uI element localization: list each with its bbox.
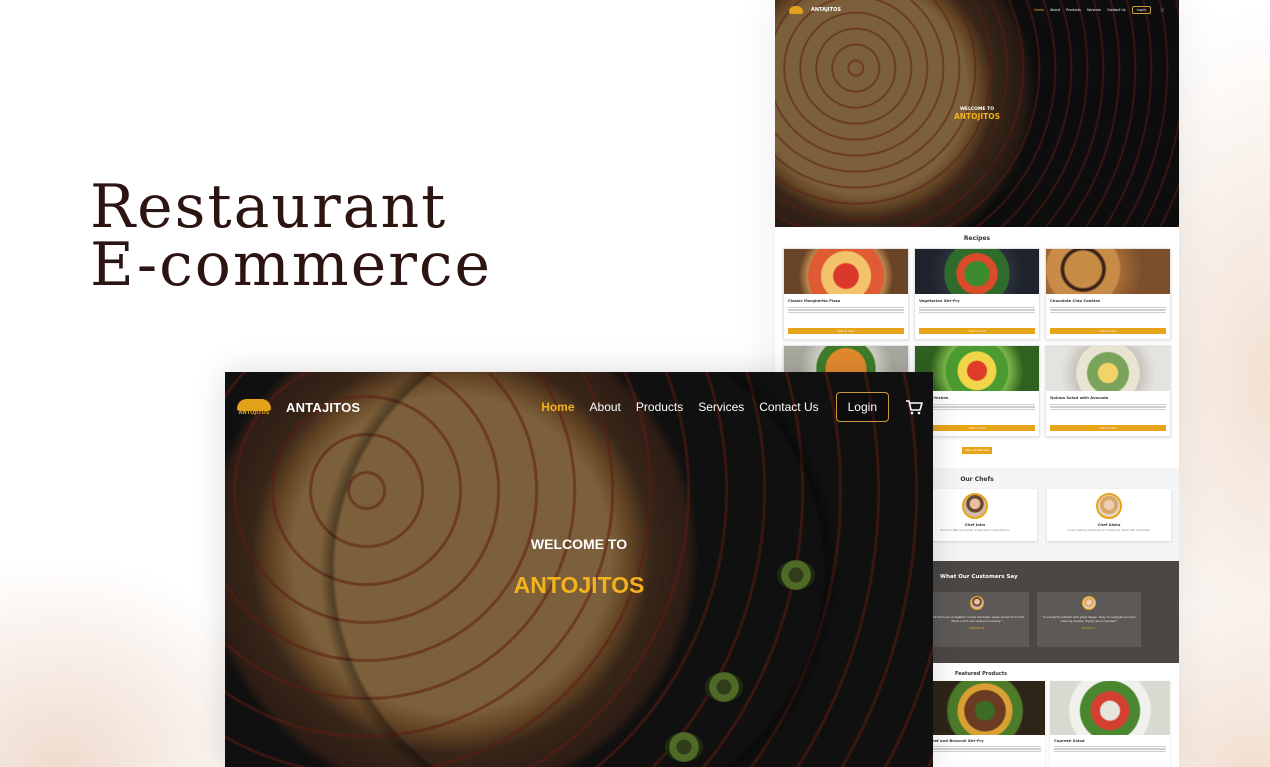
avatar: [970, 596, 984, 610]
logo[interactable]: ANTOJITOS: [235, 395, 273, 419]
nav-about[interactable]: About: [590, 400, 621, 414]
avatar: [962, 493, 988, 519]
recipe-name: Chocolate Chip Cookies: [1050, 298, 1101, 303]
recipe-name: Vegetarian Stir-Fry: [919, 298, 960, 303]
add-to-cart-button[interactable]: Add to Cart: [919, 425, 1035, 431]
product-card[interactable]: Caprese Salad: [1050, 681, 1170, 767]
recipe-card[interactable]: Vegetarian Stir-Fry Add to Cart: [914, 248, 1040, 340]
nav-products[interactable]: Products: [636, 400, 683, 414]
recipe-name: Classic Margherita Pizza: [788, 298, 841, 303]
recipe-image: [915, 346, 1039, 391]
headline-line-2: E-commerce: [90, 230, 493, 300]
hero-title: ANTOJITOS: [513, 572, 645, 598]
mini-nav-services[interactable]: Services: [1087, 8, 1101, 12]
welcome-text: WELCOME TO: [530, 536, 628, 552]
avatar: [1096, 493, 1122, 519]
mini-navbar: ANTAJITOS Home About Products Services C…: [775, 0, 1179, 20]
product-name: Caprese Salad: [1054, 738, 1085, 743]
recipe-card[interactable]: Classic Margherita Pizza Add to Cart: [783, 248, 909, 340]
chef-bio: Loves creating wholesome and balanced me…: [1067, 529, 1151, 532]
recipe-name: Salsa Chicken: [919, 395, 949, 400]
navbar: ANTOJITOS ANTAJITOS Home About Products …: [225, 390, 933, 424]
mini-nav-products[interactable]: Products: [1066, 8, 1081, 12]
add-to-cart-button[interactable]: Add to Cart: [919, 328, 1035, 334]
recipe-name: Quinoa Salad with Avocado: [1050, 395, 1109, 400]
nav-home[interactable]: Home: [541, 400, 574, 414]
recipe-image: [784, 249, 908, 294]
jalapeno-decoration: [705, 672, 743, 702]
hero-screenshot: ANTOJITOS ANTAJITOS Home About Products …: [225, 372, 933, 767]
testimonial-author: Michael B.: [969, 626, 985, 630]
recipe-image: [915, 249, 1039, 294]
headline: Restaurant E-commerce: [90, 172, 493, 300]
nav-links: Home About Products Services Contact Us …: [541, 392, 923, 422]
testimonial-card: "A wonderful website with great design. …: [1037, 592, 1141, 647]
recipe-card[interactable]: Chocolate Chip Cookies Add to Cart: [1045, 248, 1171, 340]
logo-text: ANTOJITOS: [238, 410, 270, 416]
view-all-recipes-button[interactable]: View All Recipes: [962, 447, 992, 454]
testimonial-text: "The food was incredible! I loved the It…: [930, 615, 1024, 623]
recipe-image: [1046, 346, 1170, 391]
mini-hero-title: ANTOJITOS: [953, 112, 1001, 121]
chef-card: Chef Aisha Loves creating wholesome and …: [1047, 489, 1171, 541]
product-card[interactable]: Beef and Broccoli Stir-Fry: [925, 681, 1045, 767]
jalapeno-decoration: [665, 732, 703, 762]
mini-testimonials-title: What Our Customers Say: [940, 574, 1018, 580]
mini-logo-icon[interactable]: [789, 6, 803, 14]
mini-cart-icon[interactable]: 🛒: [1161, 8, 1165, 12]
mini-login-button[interactable]: Login: [1131, 6, 1151, 14]
add-to-cart-button[interactable]: Add to Cart: [788, 328, 904, 334]
login-button[interactable]: Login: [835, 392, 889, 422]
recipe-card[interactable]: Quinoa Salad with Avocado Add to Cart: [1045, 345, 1171, 437]
product-image: [925, 681, 1045, 735]
cart-icon[interactable]: [905, 399, 923, 415]
mini-nav-about[interactable]: About: [1050, 8, 1060, 12]
mini-nav-home[interactable]: Home: [1034, 8, 1044, 12]
nav-services[interactable]: Services: [698, 400, 744, 414]
testimonial-card: "The food was incredible! I loved the It…: [925, 592, 1029, 647]
testimonial-author: Emma K.: [1082, 626, 1096, 630]
nav-contact-us[interactable]: Contact Us: [759, 400, 818, 414]
chef-name: Chef Aisha: [1097, 522, 1121, 527]
mini-recipes-title: Recipes: [963, 235, 991, 242]
headline-line-1: Restaurant: [90, 172, 448, 242]
testimonial-text: "A wonderful website with great design. …: [1042, 615, 1136, 623]
recipe-image: [1046, 249, 1170, 294]
product-name: Beef and Broccoli Stir-Fry: [929, 738, 984, 743]
mini-hero: ANTAJITOS Home About Products Services C…: [775, 0, 1179, 227]
add-to-cart-button[interactable]: Add to Cart: [1050, 328, 1166, 334]
mini-brand[interactable]: ANTAJITOS: [811, 7, 841, 13]
mini-nav-links: Home About Products Services Contact Us …: [1034, 6, 1165, 14]
add-to-cart-button[interactable]: Add to Cart: [1050, 425, 1166, 431]
mini-nav-contact[interactable]: Contact Us: [1107, 8, 1126, 12]
brand-name[interactable]: ANTAJITOS: [286, 400, 360, 415]
avatar: [1082, 596, 1096, 610]
product-image: [1050, 681, 1170, 735]
